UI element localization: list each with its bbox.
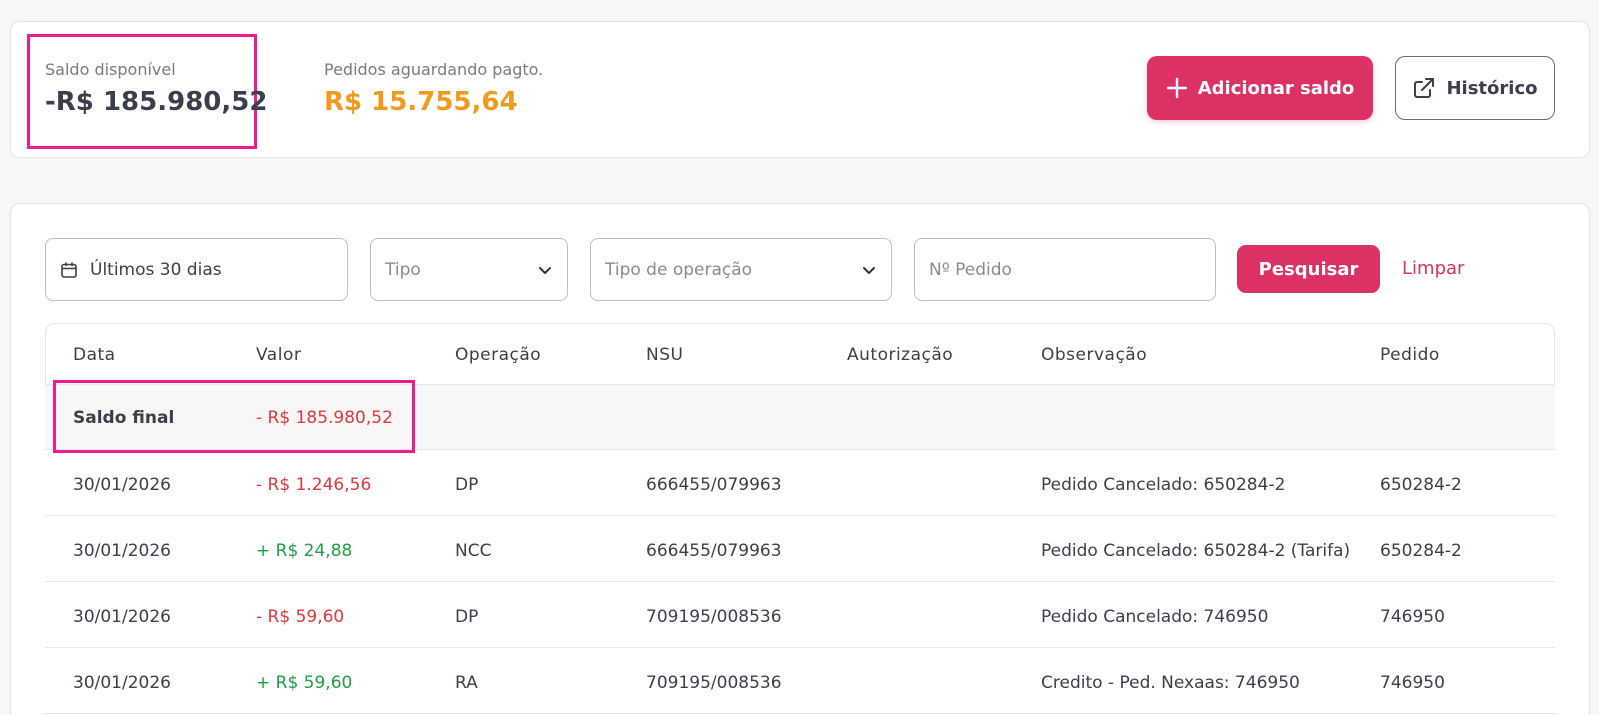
- row-order: 746950: [1380, 673, 1445, 693]
- order-number-input[interactable]: Nº Pedido: [914, 238, 1216, 301]
- column-header-note: Observação: [1041, 345, 1148, 365]
- highlight-box: [53, 380, 415, 453]
- chevron-down-icon: [861, 262, 877, 278]
- column-header-operation: Operação: [455, 345, 542, 365]
- column-header-order: Pedido: [1380, 345, 1440, 365]
- pending-orders-value: R$ 15.755,64: [324, 87, 518, 117]
- history-label: Histórico: [1446, 77, 1538, 99]
- search-button[interactable]: Pesquisar: [1237, 245, 1380, 293]
- row-nsu: 666455/079963: [646, 541, 782, 561]
- column-header-authorization: Autorização: [847, 345, 954, 365]
- operation-type-placeholder: Tipo de operação: [605, 259, 753, 280]
- row-order: 650284-2: [1380, 475, 1462, 495]
- add-balance-button[interactable]: Adicionar saldo: [1147, 56, 1373, 120]
- available-balance-value: -R$ 185.980,52: [45, 87, 268, 117]
- row-operation: NCC: [455, 541, 492, 561]
- row-value: + R$ 24,88: [256, 541, 353, 561]
- row-date: 30/01/2026: [73, 673, 171, 693]
- calendar-icon: [60, 261, 78, 279]
- row-operation: DP: [455, 475, 479, 495]
- row-order: 650284-2: [1380, 541, 1462, 561]
- row-note: Pedido Cancelado: 650284-2: [1041, 475, 1286, 495]
- row-note: Credito - Ped. Nexaas: 746950: [1041, 673, 1300, 693]
- row-value: - R$ 1.246,56: [256, 475, 372, 495]
- chevron-down-icon: [537, 262, 553, 278]
- column-header-value: Valor: [256, 345, 302, 365]
- pending-orders-label: Pedidos aguardando pagto.: [324, 60, 544, 79]
- available-balance-label: Saldo disponível: [45, 60, 176, 79]
- row-nsu: 666455/079963: [646, 475, 782, 495]
- row-nsu: 709195/008536: [646, 607, 782, 627]
- plus-icon: [1166, 77, 1188, 99]
- column-header-nsu: NSU: [646, 345, 684, 365]
- row-value: - R$ 59,60: [256, 607, 345, 627]
- row-operation: RA: [455, 673, 478, 693]
- row-nsu: 709195/008536: [646, 673, 782, 693]
- add-balance-label: Adicionar saldo: [1197, 77, 1355, 99]
- order-number-placeholder: Nº Pedido: [929, 259, 1012, 280]
- date-range-picker[interactable]: Últimos 30 dias: [45, 238, 348, 301]
- external-link-icon: [1412, 76, 1436, 100]
- type-select[interactable]: Tipo: [370, 238, 568, 301]
- row-date: 30/01/2026: [73, 541, 171, 561]
- clear-filters-link[interactable]: Limpar: [1402, 258, 1464, 279]
- row-note: Pedido Cancelado: 650284-2 (Tarifa): [1041, 541, 1351, 561]
- type-select-placeholder: Tipo: [385, 259, 421, 280]
- history-button[interactable]: Histórico: [1395, 56, 1555, 120]
- date-range-value: Últimos 30 dias: [90, 259, 222, 280]
- row-date: 30/01/2026: [73, 607, 171, 627]
- column-header-date: Data: [73, 345, 116, 365]
- row-note: Pedido Cancelado: 746950: [1041, 607, 1269, 627]
- operation-type-select[interactable]: Tipo de operação: [590, 238, 892, 301]
- row-order: 746950: [1380, 607, 1445, 627]
- row-value: + R$ 59,60: [256, 673, 353, 693]
- row-operation: DP: [455, 607, 479, 627]
- row-date: 30/01/2026: [73, 475, 171, 495]
